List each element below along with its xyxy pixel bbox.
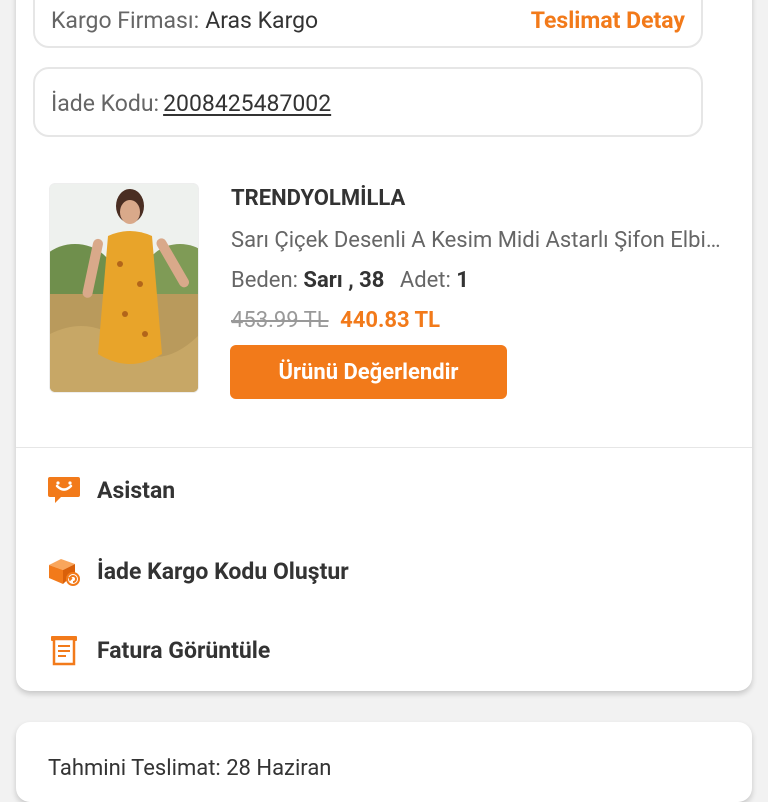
assistant-label: Asistan — [97, 476, 176, 504]
product-variant: Beden: Sarı , 38 Adet: 1 — [231, 268, 469, 293]
product-name[interactable]: Sarı Çiçek Desenli A Kesim Midi Astarlı … — [231, 228, 721, 253]
return-code-label: İade Kodu: — [51, 89, 160, 117]
return-box-icon — [46, 553, 82, 589]
delivery-detail-link[interactable]: Teslimat Detay — [531, 2, 685, 38]
qty-value: 1 — [456, 268, 469, 293]
product-brand: TRENDYOLMİLLA — [231, 186, 406, 211]
divider — [16, 447, 752, 448]
product-image[interactable] — [49, 183, 199, 393]
product-prices: 453.99 TL 440.83 TL — [231, 308, 440, 333]
cargo-value: Aras Kargo — [205, 6, 319, 34]
next-order-card: Tahmini Teslimat: 28 Haziran — [16, 722, 752, 802]
qty-label: Adet: — [399, 268, 451, 293]
view-invoice-row[interactable]: Fatura Görüntüle — [16, 620, 752, 680]
old-price: 453.99 TL — [231, 308, 329, 333]
return-code-value[interactable]: 2008425487002 — [163, 90, 331, 117]
return-code-box: İade Kodu: 2008425487002 — [33, 67, 703, 137]
new-price: 440.83 TL — [340, 308, 441, 333]
cargo-info-box: Kargo Firması: Aras Kargo Teslimat Detay — [33, 0, 703, 48]
return-cargo-code-label: İade Kargo Kodu Oluştur — [97, 557, 349, 585]
estimated-delivery-text: Tahmini Teslimat: 28 Haziran — [48, 756, 332, 781]
size-value: Sarı , 38 — [303, 268, 385, 293]
return-cargo-code-row[interactable]: İade Kargo Kodu Oluştur — [16, 541, 752, 601]
view-invoice-label: Fatura Görüntüle — [97, 636, 271, 664]
cargo-label: Kargo Firması: — [51, 6, 200, 34]
review-product-button[interactable]: Ürünü Değerlendir — [230, 345, 507, 399]
invoice-icon — [46, 632, 82, 668]
size-label: Beden: — [231, 268, 298, 293]
assistant-row[interactable]: Asistan — [16, 460, 752, 520]
assistant-chat-icon — [46, 472, 82, 508]
